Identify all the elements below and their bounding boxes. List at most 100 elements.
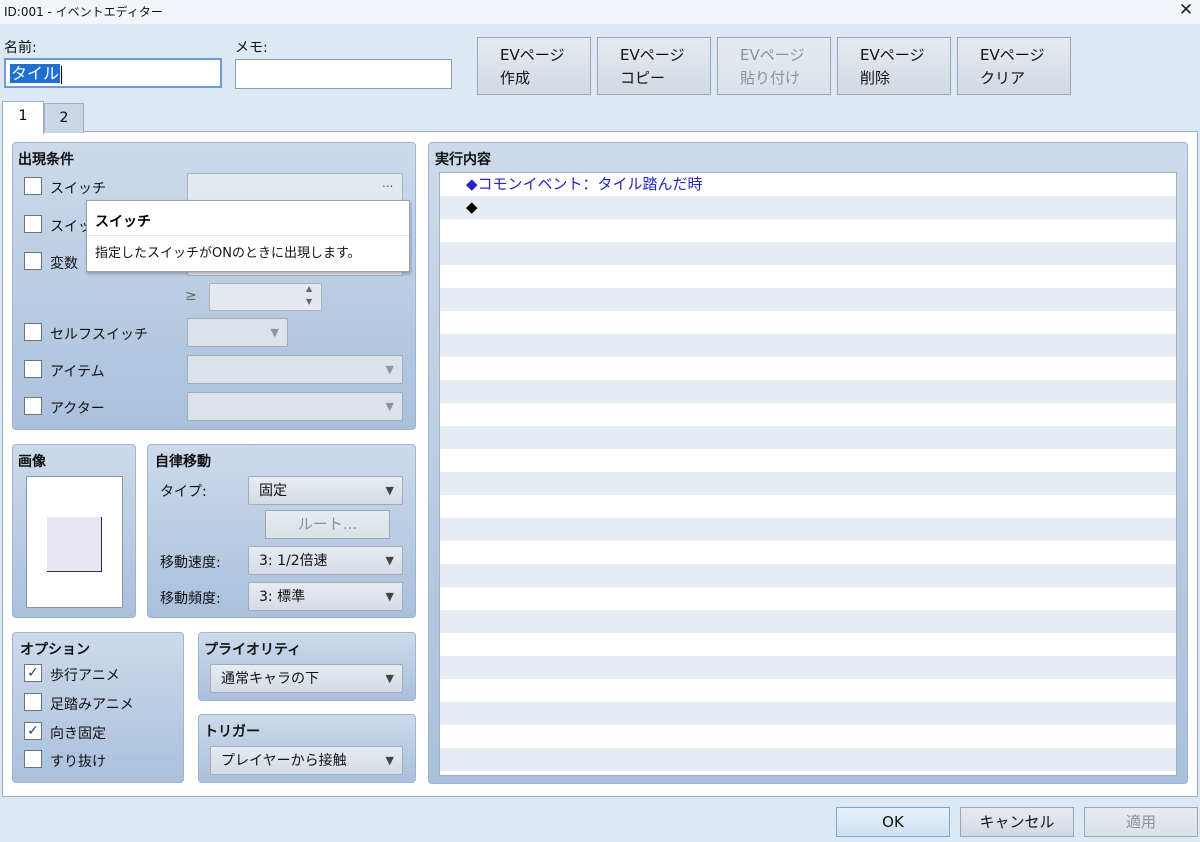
spin-down-icon[interactable]: ▼	[306, 297, 312, 306]
list-row-empty	[440, 380, 1176, 403]
memo-input[interactable]	[235, 59, 452, 89]
list-row-empty	[440, 748, 1176, 771]
name-label: 名前:	[4, 40, 37, 56]
move-speed-dropdown[interactable]: 3: 1/2倍速 ▼	[248, 546, 403, 575]
ev-page-paste-button[interactable]: EVページ 貼り付け	[717, 37, 831, 95]
list-row-empty	[440, 679, 1176, 702]
tooltip-title: スイッチ	[95, 214, 151, 230]
conditions-title: 出現条件	[18, 152, 74, 168]
item-checkbox[interactable]	[24, 360, 42, 378]
ev-page-clear-button[interactable]: EVページクリア	[957, 37, 1071, 95]
ok-button[interactable]: OK	[836, 807, 950, 837]
command-row[interactable]: ◆	[440, 196, 1176, 219]
button-line1: EVページ	[740, 46, 805, 64]
self-switch-label: セルフスイッチ	[50, 327, 148, 343]
list-row-empty	[440, 334, 1176, 357]
options-title: オプション	[20, 642, 90, 658]
switch1-checkbox[interactable]	[24, 177, 42, 195]
list-row-empty	[440, 518, 1176, 541]
stepping-anim-label: 足踏みアニメ	[50, 697, 134, 713]
list-row-empty	[440, 702, 1176, 725]
tab-page-1[interactable]: 1	[2, 101, 44, 134]
tab-page-2[interactable]: 2	[44, 103, 84, 133]
autonomous-title: 自律移動	[155, 454, 211, 470]
tooltip: スイッチ 指定したスイッチがONのときに出現します。	[86, 200, 410, 272]
trigger-title: トリガー	[204, 724, 260, 740]
self-switch-checkbox[interactable]	[24, 323, 42, 341]
item-label: アイテム	[50, 364, 105, 380]
variable-label: 変数	[50, 256, 78, 272]
button-line1: EVページ	[980, 46, 1045, 64]
text-caret	[61, 65, 63, 84]
walking-anim-label: 歩行アニメ	[50, 668, 120, 684]
list-row-empty	[440, 472, 1176, 495]
actor-label: アクター	[50, 401, 105, 417]
switch1-field[interactable]	[187, 173, 403, 201]
ev-page-delete-button[interactable]: EVページ 削除	[837, 37, 951, 95]
dropdown-arrow-icon: ▼	[385, 590, 394, 603]
move-type-label: タイプ:	[160, 484, 207, 500]
list-row-empty	[440, 610, 1176, 633]
ge-symbol: ≥	[185, 288, 197, 304]
move-speed-label: 移動速度:	[160, 555, 221, 571]
through-checkbox[interactable]	[24, 750, 42, 768]
name-input[interactable]: タイル	[4, 58, 222, 88]
list-row-empty	[440, 242, 1176, 265]
move-type-dropdown[interactable]: 固定 ▼	[248, 476, 403, 505]
title-bar: ID:001 - イベントエディター ✕	[0, 0, 1200, 24]
dropdown-arrow-icon: ▼	[385, 400, 394, 413]
list-row-empty	[440, 541, 1176, 564]
walking-anim-checkbox[interactable]: ✓	[24, 664, 42, 682]
item-dropdown[interactable]: ▼	[187, 355, 403, 384]
through-label: すり抜け	[50, 754, 106, 770]
image-preview[interactable]	[26, 476, 123, 608]
switch1-label: スイッチ	[50, 181, 106, 197]
list-row-empty	[440, 495, 1176, 518]
more-icon[interactable]: ...	[382, 176, 393, 190]
priority-value: 通常キャラの下	[221, 671, 319, 687]
list-row-empty	[440, 426, 1176, 449]
dropdown-arrow-icon: ▼	[385, 484, 394, 497]
trigger-value: プレイヤーから接触	[221, 753, 347, 769]
button-line2: 作成	[500, 69, 531, 87]
memo-label: メモ:	[235, 40, 268, 56]
move-frequency-value: 3: 標準	[259, 589, 306, 605]
ev-page-create-button[interactable]: EVページ 作成	[477, 37, 591, 95]
stepping-anim-checkbox[interactable]	[24, 693, 42, 711]
list-row-empty	[440, 587, 1176, 610]
dropdown-arrow-icon: ▼	[385, 554, 394, 567]
move-speed-value: 3: 1/2倍速	[259, 553, 328, 569]
button-line2: クリア	[980, 69, 1026, 87]
dropdown-arrow-icon: ▼	[270, 326, 279, 339]
self-switch-dropdown[interactable]: ▼	[187, 318, 288, 347]
move-frequency-label: 移動頻度:	[160, 591, 221, 607]
list-row-empty	[440, 725, 1176, 748]
move-type-value: 固定	[259, 483, 287, 499]
direction-fix-checkbox[interactable]: ✓	[24, 722, 42, 740]
command-row[interactable]: ◆コモンイベント：タイル踏んだ時	[440, 173, 1176, 196]
priority-dropdown[interactable]: 通常キャラの下 ▼	[210, 664, 403, 693]
variable-checkbox[interactable]	[24, 252, 42, 270]
command-list[interactable]: ◆コモンイベント：タイル踏んだ時 ◆	[439, 172, 1177, 776]
cancel-button[interactable]: キャンセル	[960, 807, 1074, 837]
dropdown-arrow-icon: ▼	[385, 363, 394, 376]
actor-checkbox[interactable]	[24, 397, 42, 415]
tooltip-body: 指定したスイッチがONのときに出現します。	[95, 246, 361, 261]
route-button[interactable]: ルート...	[265, 510, 390, 539]
apply-button[interactable]: 適用	[1084, 807, 1198, 837]
name-value: タイル	[10, 64, 61, 83]
button-line1: EVページ	[860, 46, 925, 64]
switch2-checkbox[interactable]	[24, 215, 42, 233]
button-line1: EVページ	[620, 46, 685, 64]
list-row-empty	[440, 265, 1176, 288]
trigger-dropdown[interactable]: プレイヤーから接触 ▼	[210, 746, 403, 775]
image-title: 画像	[18, 454, 46, 470]
move-frequency-dropdown[interactable]: 3: 標準 ▼	[248, 582, 403, 611]
close-icon[interactable]: ✕	[1173, 0, 1199, 22]
list-row-empty	[440, 357, 1176, 380]
ev-page-copy-button[interactable]: EVページ コピー	[597, 37, 711, 95]
spin-up-icon[interactable]: ▲	[306, 284, 312, 293]
list-row-empty	[440, 403, 1176, 426]
list-row-empty	[440, 288, 1176, 311]
actor-dropdown[interactable]: ▼	[187, 392, 403, 421]
